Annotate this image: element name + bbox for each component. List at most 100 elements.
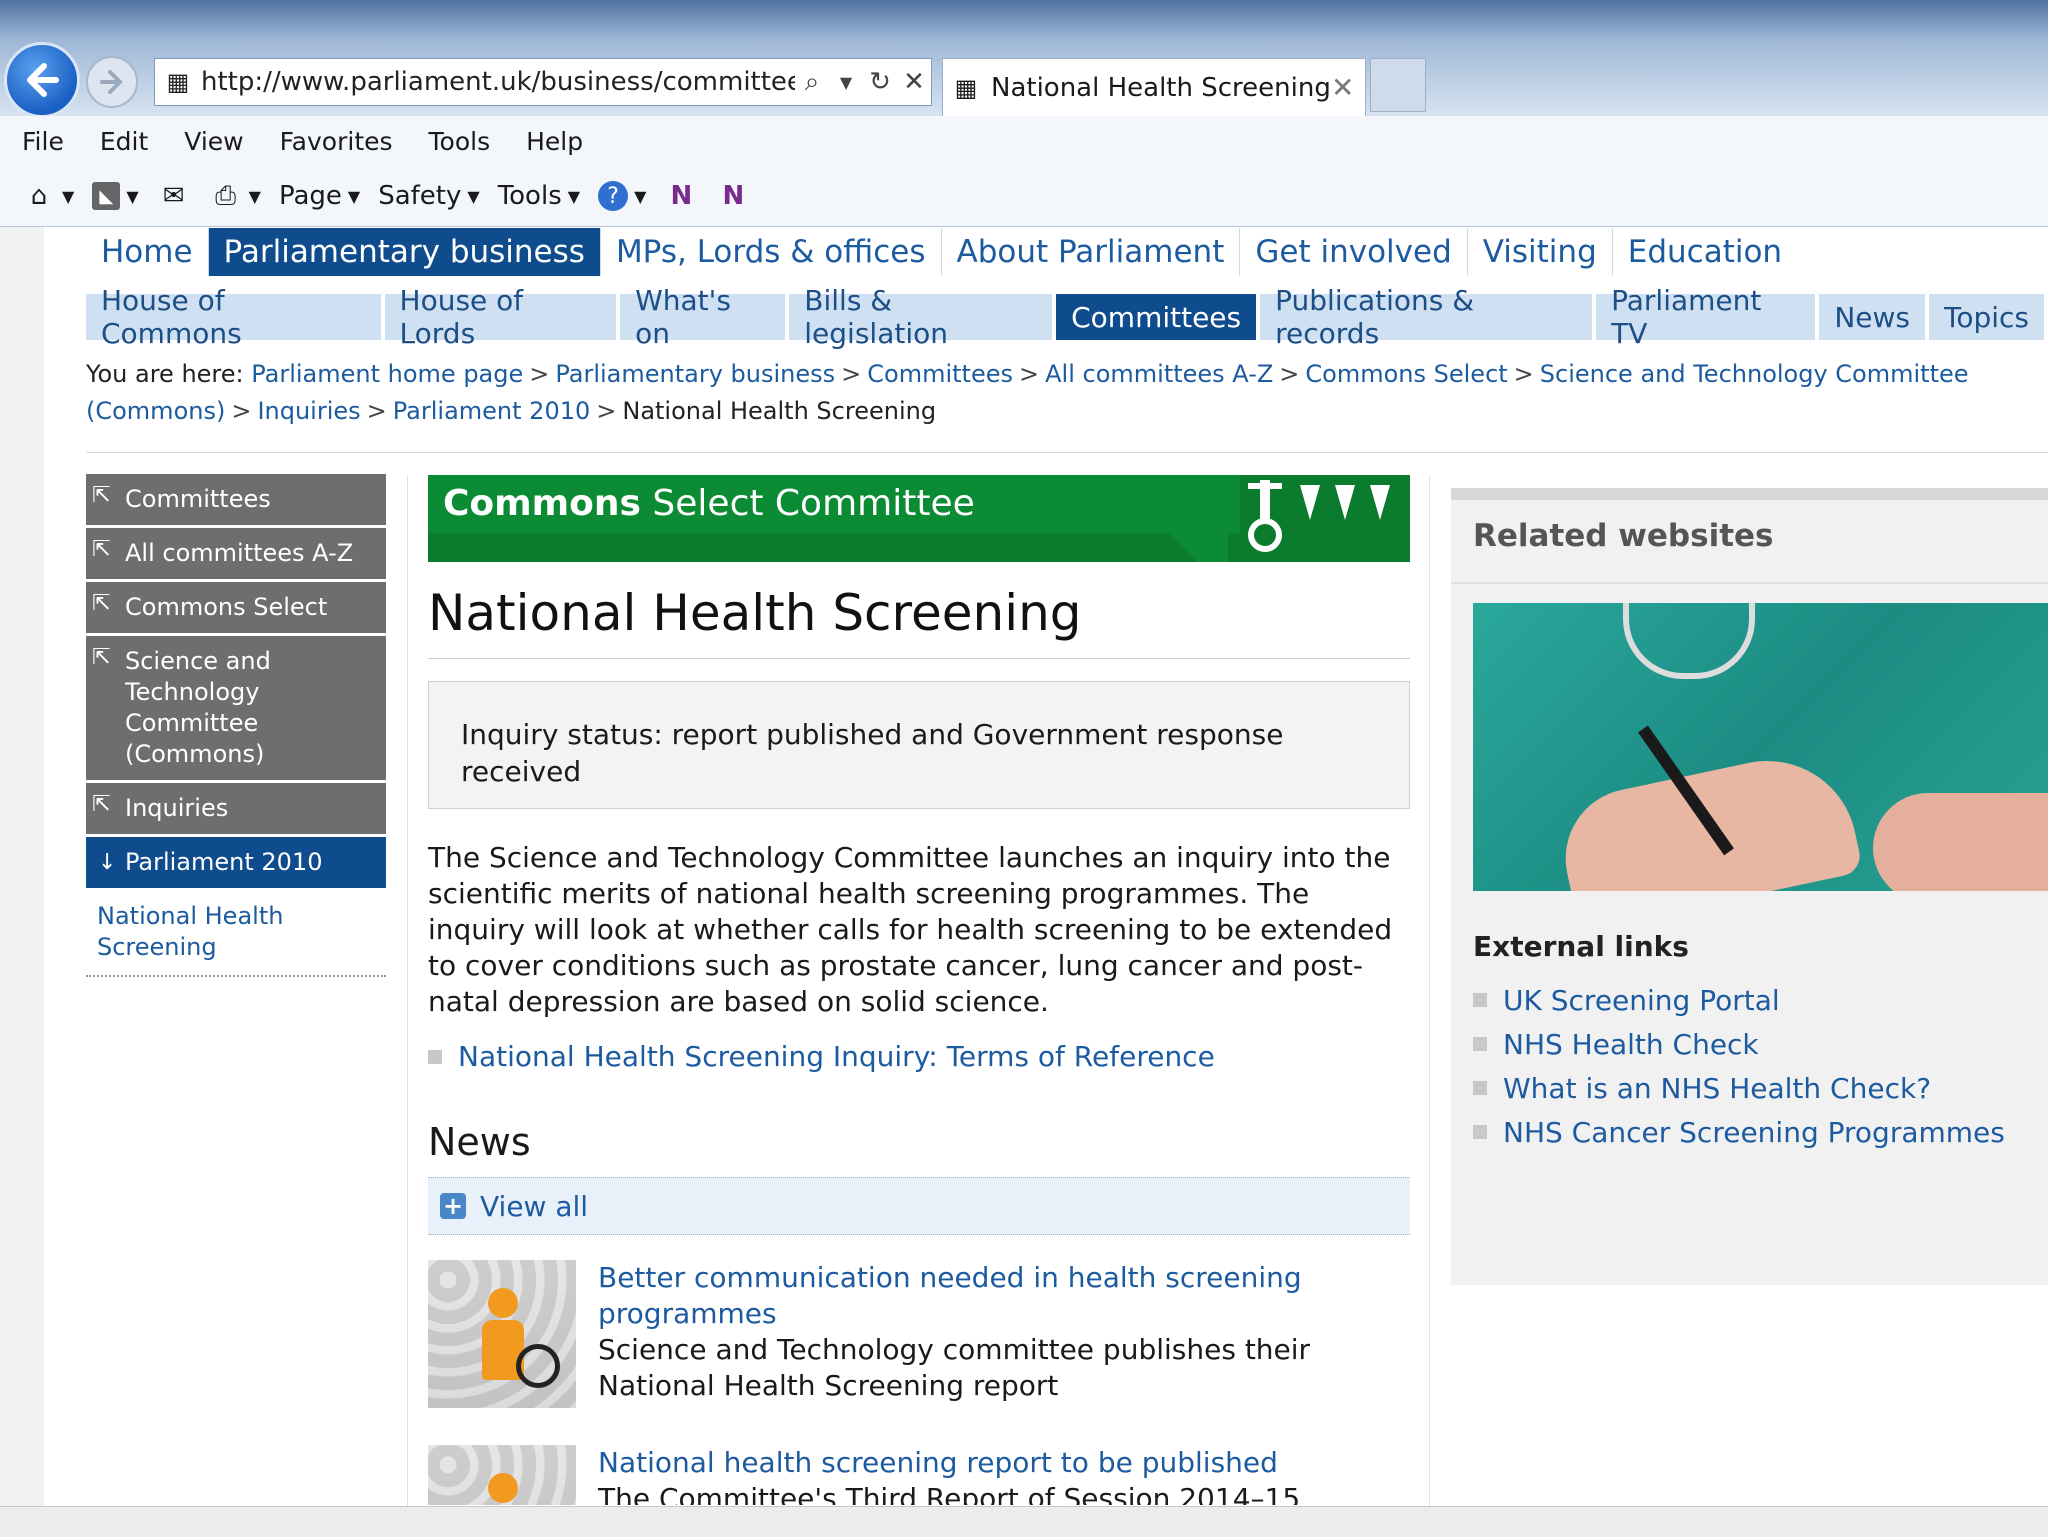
address-bar[interactable]: ▦ http://www.parliament.uk/business/comm… (154, 58, 932, 106)
menu-view[interactable]: View (184, 127, 243, 156)
breadcrumb-home[interactable]: Parliament home page (251, 360, 523, 388)
chevron-down-icon: ▼ (347, 186, 361, 206)
subnav-house-of-lords[interactable]: House of Lords (384, 284, 617, 350)
external-link-uk-screening-portal[interactable]: UK Screening Portal (1503, 984, 1780, 1017)
list-item: NHS Cancer Screening Programmes (1473, 1110, 2005, 1154)
sidebar-item-inquiries[interactable]: ⇱ Inquiries (86, 783, 386, 834)
safety-menu[interactable]: Safety ▼ (378, 181, 479, 211)
external-link-what-is-nhs-health-check[interactable]: What is an NHS Health Check? (1503, 1072, 1931, 1105)
breadcrumb-commons[interactable]: (Commons) (86, 397, 225, 425)
menu-help[interactable]: Help (526, 127, 583, 156)
breadcrumb-commons-select[interactable]: Commons Select (1305, 360, 1507, 388)
breadcrumb-separator: > (1279, 360, 1300, 388)
close-tab-icon[interactable]: ✕ (1331, 71, 1365, 104)
home-button[interactable]: ⌂ ▼ (22, 179, 75, 213)
chevron-down-icon[interactable]: ▼ (249, 187, 261, 206)
feeds-button[interactable]: ◣ ▼ (92, 182, 139, 210)
sidebar-subitem-national-health-screening[interactable]: National Health Screening (86, 891, 386, 977)
breadcrumb-inquiries[interactable]: Inquiries (257, 397, 360, 425)
subnav-topics[interactable]: Topics (1928, 294, 2044, 340)
external-link-nhs-cancer-screening[interactable]: NHS Cancer Screening Programmes (1503, 1116, 2005, 1149)
nav-parliamentary-business[interactable]: Parliamentary business (208, 228, 601, 276)
terms-of-reference-link[interactable]: National Health Screening Inquiry: Terms… (458, 1040, 1215, 1073)
search-icon[interactable]: ⌕ (795, 67, 829, 98)
news-thumbnail[interactable] (428, 1445, 576, 1505)
chevron-down-icon[interactable]: ▼ (634, 187, 646, 206)
tools-menu[interactable]: Tools ▼ (498, 181, 580, 211)
subnav-committees[interactable]: Committees (1056, 294, 1257, 340)
breadcrumb-current: National Health Screening (622, 397, 937, 425)
list-item: UK Screening Portal (1473, 978, 2005, 1022)
sidebar-item-label: Parliament 2010 (125, 848, 323, 876)
sidebar-item-science-technology[interactable]: ⇱ Science and Technology Committee (Commo… (86, 636, 386, 780)
news-item-summary: Science and Technology committee publish… (598, 1333, 1311, 1402)
nav-about-parliament[interactable]: About Parliament (942, 228, 1241, 276)
news-item-title-link[interactable]: Better communication needed in health sc… (598, 1260, 1358, 1332)
breadcrumb-parliament-2010[interactable]: Parliament 2010 (393, 397, 590, 425)
nav-education[interactable]: Education (1613, 228, 1797, 276)
nav-mps-lords-offices[interactable]: MPs, Lords & offices (601, 228, 942, 276)
subnav-bills-legislation[interactable]: Bills & legislation (789, 284, 1053, 350)
new-tab-button[interactable] (1370, 58, 1426, 112)
subnav-house-of-commons[interactable]: House of Commons (86, 284, 381, 350)
page-margin (0, 227, 44, 1507)
column-divider (1429, 476, 1430, 1516)
onenote-linked-button[interactable]: N (716, 179, 750, 213)
browser-tab-active[interactable]: ▦ National Health Screening -... ✕ (942, 58, 1366, 116)
print-button[interactable]: ⎙ ▼ (209, 179, 261, 213)
chevron-down-icon[interactable]: ▼ (62, 187, 74, 206)
sidebar-item-parliament-2010[interactable]: ↓ Parliament 2010 (86, 837, 386, 888)
sidebar-item-label: All committees A-Z (125, 539, 354, 567)
sidebar-item-committees[interactable]: ⇱ Committees (86, 474, 386, 525)
refresh-icon[interactable]: ↻ (863, 67, 897, 97)
page-menu[interactable]: Page ▼ (279, 181, 360, 211)
external-links-list: UK Screening Portal NHS Health Check Wha… (1473, 978, 2005, 1154)
nav-home[interactable]: Home (86, 228, 209, 276)
news-heading: News (428, 1120, 531, 1164)
news-thumbnail[interactable] (428, 1260, 576, 1408)
nav-visiting[interactable]: Visiting (1468, 228, 1613, 276)
subnav-whats-on[interactable]: What's on (620, 284, 786, 350)
safety-menu-label: Safety (378, 181, 462, 211)
inquiry-status-box: Inquiry status: report published and Gov… (428, 681, 1410, 809)
arrow-up-left-icon: ⇱ (92, 591, 111, 616)
sidebar-item-commons-select[interactable]: ⇱ Commons Select (86, 582, 386, 633)
menu-tools[interactable]: Tools (429, 127, 491, 156)
onenote-button[interactable]: N (664, 179, 698, 213)
help-button[interactable]: ? ▼ (598, 181, 646, 211)
subnav-news[interactable]: News (1819, 294, 1925, 340)
bullet-square-icon (428, 1049, 442, 1064)
divider (428, 658, 1410, 659)
page-title: National Health Screening (428, 584, 1082, 642)
external-link-nhs-health-check[interactable]: NHS Health Check (1503, 1028, 1759, 1061)
breadcrumb-science-technology[interactable]: Science and Technology Committee (1540, 360, 1969, 388)
subnav-publications-records[interactable]: Publications & records (1260, 284, 1593, 350)
arrow-up-left-icon: ⇱ (92, 792, 111, 817)
news-item-title-link[interactable]: National health screening report to be p… (598, 1445, 1358, 1481)
menu-edit[interactable]: Edit (100, 127, 148, 156)
person-head-image (488, 1473, 518, 1503)
view-all-link[interactable]: View all (480, 1190, 588, 1223)
sidebar-item-all-committees[interactable]: ⇱ All committees A-Z (86, 528, 386, 579)
address-text[interactable]: http://www.parliament.uk/business/commit… (193, 67, 795, 97)
breadcrumb-separator: > (596, 397, 617, 425)
menu-favorites[interactable]: Favorites (280, 127, 393, 156)
breadcrumb-committees[interactable]: Committees (867, 360, 1013, 388)
forward-button[interactable] (86, 56, 138, 108)
subnav-parliament-tv[interactable]: Parliament TV (1596, 284, 1816, 350)
breadcrumb-parliamentary-business[interactable]: Parliamentary business (555, 360, 835, 388)
plus-icon[interactable]: + (440, 1192, 466, 1220)
breadcrumb-all-committees[interactable]: All committees A-Z (1045, 360, 1273, 388)
news-item: National health screening report to be p… (428, 1445, 1410, 1505)
mail-button[interactable]: ✉ (157, 179, 191, 213)
magnifier-icon (516, 1344, 560, 1388)
chevron-down-icon[interactable]: ▼ (126, 187, 138, 206)
menu-file[interactable]: File (22, 127, 64, 156)
back-button[interactable] (4, 42, 80, 118)
commons-select-committee-banner: Commons Select Committee (428, 475, 1410, 562)
stop-icon[interactable]: ✕ (897, 67, 931, 97)
breadcrumb-separator: > (231, 397, 252, 425)
dropdown-icon[interactable]: ▼ (829, 73, 863, 92)
sidebar-subitem-label[interactable]: National Health Screening (97, 902, 283, 961)
nav-get-involved[interactable]: Get involved (1240, 228, 1468, 276)
